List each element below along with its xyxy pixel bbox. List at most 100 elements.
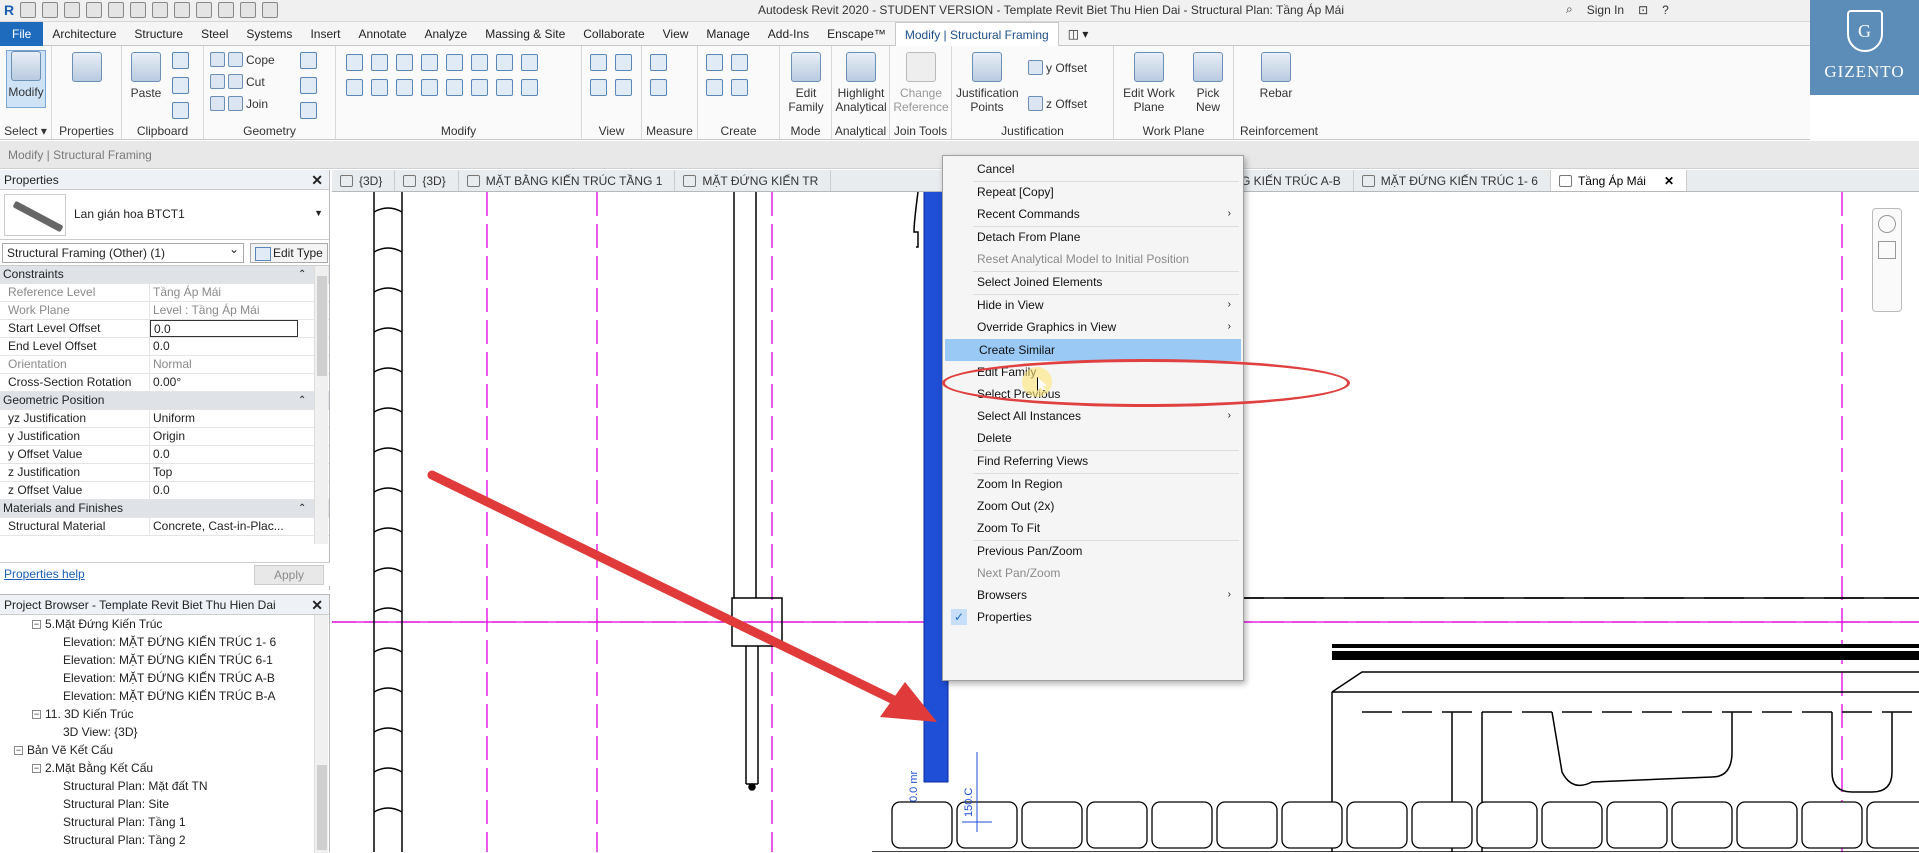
menu-item-detach-from-plane[interactable]: Detach From Plane	[943, 226, 1243, 248]
menu-item-previous-pan-zoom[interactable]: Previous Pan/Zoom	[943, 540, 1243, 562]
edit-family-button[interactable]: Edit Family	[784, 52, 828, 114]
tab-enscape[interactable]: Enscape™	[818, 22, 895, 46]
sync-icon[interactable]	[64, 2, 81, 18]
collapse-toggle-icon[interactable]: −	[32, 764, 41, 774]
edit-type-button[interactable]: Edit Type	[250, 243, 328, 263]
linework-icon[interactable]	[590, 79, 607, 96]
3d-view-icon[interactable]	[218, 2, 235, 18]
mirror-axis-icon[interactable]	[396, 54, 413, 71]
split-icon[interactable]	[446, 54, 463, 71]
browser-node[interactable]: 3D View: {3D}	[0, 723, 329, 741]
tab-view[interactable]: View	[654, 22, 698, 46]
browser-node[interactable]: Structural Plan: Mặt đất TN	[0, 777, 329, 795]
chevron-down-icon[interactable]: ▼	[314, 208, 323, 218]
collapse-icon[interactable]: ⌃	[298, 266, 306, 283]
cart-icon[interactable]: ⊡	[1638, 3, 1648, 17]
tab-insert[interactable]: Insert	[301, 22, 349, 46]
rotate-icon[interactable]	[396, 79, 413, 96]
menu-item-recent-commands[interactable]: Recent Commands ›	[943, 203, 1243, 225]
measure-distance-icon[interactable]	[650, 54, 667, 71]
create-assembly-icon[interactable]	[706, 54, 723, 71]
property-value[interactable]: 0.0	[150, 338, 298, 355]
browser-scrollbar[interactable]	[314, 615, 328, 853]
help-icon[interactable]: ?	[1662, 3, 1669, 17]
browser-node[interactable]: Structural Plan: Tầng 2	[0, 831, 329, 849]
view-tab[interactable]: Tầng Áp Mái ✕	[1550, 170, 1688, 192]
open-icon[interactable]	[20, 2, 37, 18]
z-offset-button[interactable]: z Offset	[1028, 96, 1087, 111]
browser-node[interactable]: −5.Mặt Đứng Kiến Trúc	[0, 615, 329, 633]
join-button[interactable]: Join	[210, 96, 268, 111]
scale-icon[interactable]	[521, 54, 538, 71]
trim-icon[interactable]	[421, 79, 438, 96]
view-tab[interactable]: {3D}	[332, 170, 396, 191]
copy-small-icon[interactable]	[496, 54, 513, 71]
tab-massing-site[interactable]: Massing & Site	[476, 22, 574, 46]
scroll-thumb[interactable]	[317, 276, 327, 376]
y-offset-button[interactable]: y Offset	[1028, 60, 1087, 75]
collapse-toggle-icon[interactable]: −	[32, 620, 41, 630]
apply-button[interactable]: Apply	[254, 565, 324, 585]
property-value[interactable]: Concrete, Cast-in-Plac...	[150, 518, 298, 535]
property-value[interactable]: 0.0	[150, 446, 298, 463]
move-icon[interactable]	[346, 79, 363, 96]
change-reference-button[interactable]: Change Reference	[892, 52, 950, 114]
property-value[interactable]: Origin	[150, 428, 298, 445]
tab-modify-structural-framing[interactable]: Modify | Structural Framing	[894, 21, 1059, 46]
collapse-icon[interactable]: ⌃	[298, 500, 306, 517]
tab-analyze[interactable]: Analyze	[416, 22, 477, 46]
visibility-icon[interactable]	[590, 54, 607, 71]
menu-item-select-joined-elements[interactable]: Select Joined Elements	[943, 271, 1243, 293]
binoculars-icon[interactable]: ⌕	[1566, 2, 1573, 17]
property-value[interactable]: Top	[150, 464, 298, 481]
edit-work-plane-button[interactable]: Edit Work Plane	[1118, 52, 1180, 114]
tab-steel[interactable]: Steel	[192, 22, 237, 46]
text-icon[interactable]	[196, 2, 213, 18]
revit-logo-icon[interactable]: R	[4, 2, 14, 18]
copy-tool-icon[interactable]	[371, 79, 388, 96]
navigation-wheel[interactable]	[1872, 208, 1902, 312]
property-section[interactable]: Materials and Finishes ⌃	[0, 500, 329, 518]
close-icon[interactable]: ✕	[1664, 171, 1674, 192]
demolish-icon[interactable]	[300, 102, 317, 119]
menu-item-zoom-to-fit[interactable]: Zoom To Fit	[943, 517, 1243, 539]
properties-help-link[interactable]: Properties help	[4, 567, 85, 581]
cut-icon[interactable]	[172, 52, 189, 69]
cut-button[interactable]: Cut	[210, 74, 265, 89]
aligned-dimension-icon[interactable]	[650, 79, 667, 96]
print-icon[interactable]	[130, 2, 147, 18]
property-value[interactable]: 0.00°	[150, 374, 298, 391]
menu-item-create-similar[interactable]: Create Similar	[945, 339, 1241, 361]
mirror-draw-icon[interactable]	[421, 54, 438, 71]
properties-scrollbar[interactable]	[314, 266, 328, 544]
type-selector[interactable]: Lan gián hoa BTCT1 ▼	[0, 190, 329, 240]
collapse-icon[interactable]: ⌃	[298, 392, 306, 409]
select-group-label[interactable]: Select ▾	[0, 124, 51, 138]
view-tab[interactable]: {3D}	[395, 170, 459, 191]
menu-item-find-referring-views[interactable]: Find Referring Views	[943, 450, 1243, 472]
property-value[interactable]: 0.0	[150, 482, 298, 499]
tab-annotate[interactable]: Annotate	[349, 22, 415, 46]
property-value[interactable]: 0.0	[150, 320, 298, 337]
tab-extra-dropdown[interactable]: ◫ ▾	[1059, 22, 1098, 46]
section-icon[interactable]	[240, 2, 257, 18]
delete-icon[interactable]	[521, 79, 538, 96]
menu-item-zoom-out-2x[interactable]: Zoom Out (2x)	[943, 495, 1243, 517]
collapse-toggle-icon[interactable]: −	[14, 746, 23, 756]
browser-node[interactable]: Elevation: MẶT ĐỨNG KIẾN TRÚC A-B	[0, 669, 329, 687]
dimension-icon[interactable]	[174, 2, 191, 18]
collapse-toggle-icon[interactable]: −	[32, 710, 41, 720]
close-icon[interactable]: ✕	[311, 170, 323, 190]
align-icon[interactable]	[346, 54, 363, 71]
copy-icon[interactable]	[172, 77, 189, 94]
create-similar-icon[interactable]	[731, 79, 748, 96]
offset-icon[interactable]	[371, 54, 388, 71]
match-properties-icon[interactable]	[172, 102, 189, 119]
redo-icon[interactable]	[108, 2, 125, 18]
browser-node[interactable]: −11. 3D Kiến Trúc	[0, 705, 329, 723]
browser-node[interactable]: Elevation: MẶT ĐỨNG KIẾN TRÚC 6-1	[0, 651, 329, 669]
pick-new-button[interactable]: Pick New	[1188, 52, 1228, 114]
menu-item-zoom-in-region[interactable]: Zoom In Region	[943, 473, 1243, 495]
property-section[interactable]: Geometric Position ⌃	[0, 392, 329, 410]
paste-button[interactable]: Paste	[128, 52, 164, 100]
